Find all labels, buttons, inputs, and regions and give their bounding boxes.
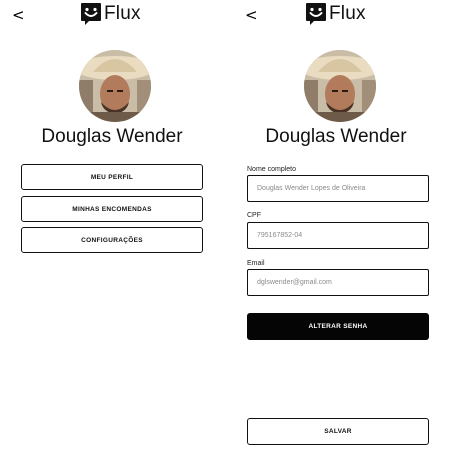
profile-menu-screen: < Flux Douglas Wender MEU PERFIL MINHAS …	[0, 0, 224, 454]
full-name-label: Nome completo	[247, 166, 297, 173]
menu-label: CONFIGURAÇÕES	[81, 236, 143, 244]
my-orders-button[interactable]: MINHAS ENCOMENDAS	[21, 196, 203, 222]
my-profile-button[interactable]: MEU PERFIL	[21, 164, 203, 190]
chevron-left-icon: <	[12, 6, 25, 24]
save-button[interactable]: SALVAR	[247, 418, 429, 445]
change-password-button[interactable]: ALTERAR SENHA	[247, 313, 429, 340]
cpf-label: CPF	[247, 212, 261, 219]
full-name-field[interactable]: Douglas Wender Lopes de Oliveira	[247, 175, 429, 202]
user-name: Douglas Wender	[41, 126, 183, 147]
smiley-chat-logo-icon	[306, 3, 326, 25]
app-logo: Flux	[80, 1, 141, 27]
menu-label: MINHAS ENCOMENDAS	[72, 205, 152, 213]
email-field[interactable]: dglswender@gmail.com	[247, 269, 429, 296]
email-label: Email	[247, 260, 265, 267]
chevron-left-icon: <	[245, 6, 258, 24]
cpf-field[interactable]: 795167852-04	[247, 222, 429, 249]
change-password-label: ALTERAR SENHA	[308, 323, 368, 330]
brand-name: Flux	[104, 3, 141, 24]
app-logo: Flux	[305, 1, 366, 27]
save-label: SALVAR	[324, 428, 352, 435]
email-value: dglswender@gmail.com	[257, 279, 332, 286]
back-button[interactable]: <	[245, 8, 258, 23]
profile-edit-screen: < Flux Douglas Wender Nome completo Doug…	[225, 0, 449, 454]
full-name-value: Douglas Wender Lopes de Oliveira	[257, 185, 366, 192]
brand-name: Flux	[329, 3, 366, 24]
settings-button[interactable]: CONFIGURAÇÕES	[21, 227, 203, 253]
user-name: Douglas Wender	[265, 126, 407, 147]
back-button[interactable]: <	[12, 8, 25, 23]
smiley-chat-logo-icon	[81, 3, 101, 25]
cpf-value: 795167852-04	[257, 232, 303, 239]
avatar[interactable]	[304, 50, 376, 122]
avatar[interactable]	[79, 50, 151, 122]
menu-label: MEU PERFIL	[90, 173, 134, 181]
